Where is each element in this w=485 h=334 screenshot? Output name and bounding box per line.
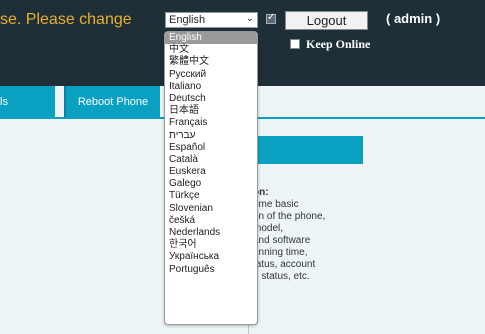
description-line: model,	[253, 223, 284, 234]
description-line: tatus, account	[253, 259, 316, 270]
language-option-galician[interactable]: Galego	[165, 178, 257, 190]
language-option-german[interactable]: Deutsch	[165, 93, 257, 105]
tab-partial[interactable]: ls	[0, 86, 55, 119]
description-text: on: ome basic on of the phone, model, an…	[253, 187, 325, 283]
language-option-italian[interactable]: Italiano	[165, 81, 257, 93]
language-option-slovenian[interactable]: Slovenian	[165, 203, 257, 215]
language-option-french[interactable]: Français	[165, 117, 257, 129]
user-label: ( admin )	[386, 11, 441, 26]
language-option-japanese[interactable]: 日本語	[165, 105, 257, 117]
language-option-korean[interactable]: 한국어	[165, 239, 257, 251]
logout-button[interactable]: Logout	[285, 11, 368, 30]
language-option-chinese-simplified[interactable]: 中文	[165, 44, 257, 56]
language-option-dutch[interactable]: Nederlands	[165, 227, 257, 239]
language-option-czech[interactable]: češká	[165, 215, 257, 227]
keep-online-label: Keep Online	[306, 37, 371, 51]
keep-online-checkbox[interactable]	[290, 39, 300, 49]
language-select-value: English	[169, 14, 206, 26]
language-option-russian[interactable]: Русский	[165, 69, 257, 81]
language-option-basque[interactable]: Euskera	[165, 166, 257, 178]
description-line: n status, etc.	[253, 271, 310, 282]
tab-reboot-phone[interactable]: Reboot Phone	[64, 86, 160, 119]
language-option-hebrew[interactable]: עברית	[165, 130, 257, 142]
language-option-turkish[interactable]: Türkçe	[165, 190, 257, 202]
language-option-catalan[interactable]: Català	[165, 154, 257, 166]
language-checkbox[interactable]	[266, 12, 276, 24]
language-option-portuguese[interactable]: Português	[165, 264, 257, 276]
description-line: ome basic	[253, 199, 299, 210]
language-option-english[interactable]: English	[165, 32, 257, 45]
description-heading: on:	[253, 187, 269, 198]
language-option-ukrainian[interactable]: Українська	[165, 251, 257, 263]
language-dropdown[interactable]: English 中文 繁體中文 Русский Italiano Deutsch…	[164, 31, 258, 325]
info-panel-header	[240, 136, 363, 164]
password-warning-text: se. Please change	[0, 11, 132, 28]
language-option-spanish[interactable]: Español	[165, 142, 257, 154]
language-option-chinese-traditional[interactable]: 繁體中文	[165, 56, 257, 68]
description-line: on of the phone,	[253, 211, 326, 222]
description-line: unning time,	[253, 247, 308, 258]
description-line: and software	[253, 235, 311, 246]
language-select[interactable]: English ⌄	[165, 12, 258, 28]
chevron-down-icon: ⌄	[245, 13, 254, 24]
